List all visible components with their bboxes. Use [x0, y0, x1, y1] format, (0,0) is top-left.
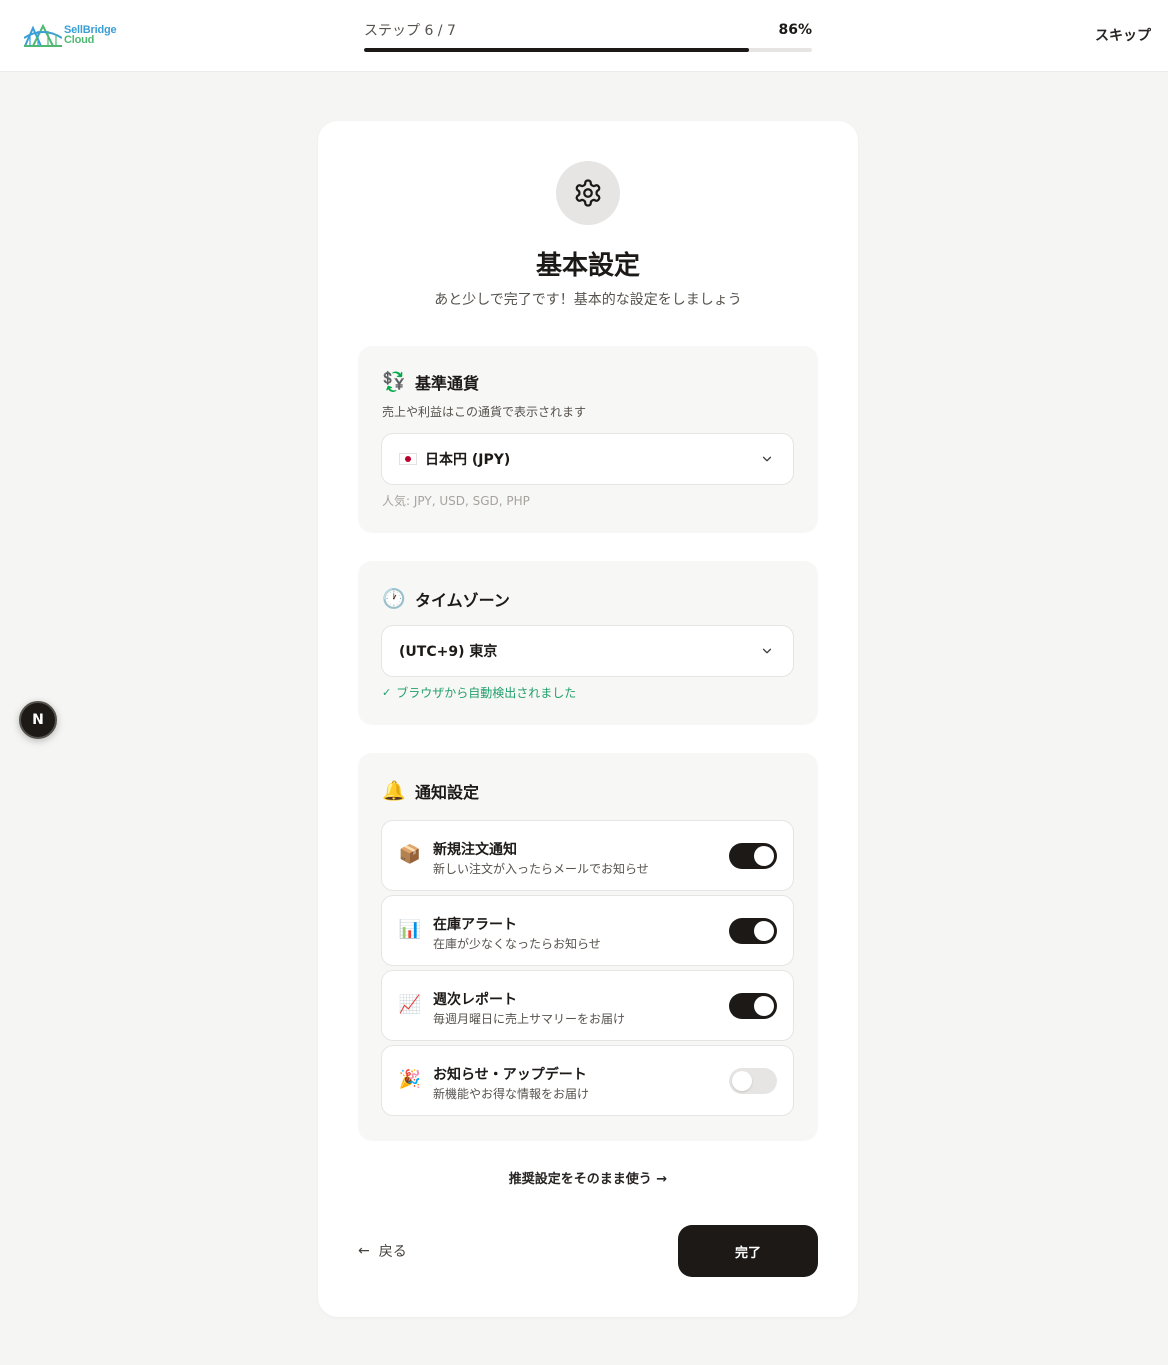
- next-dev-badge[interactable]: N: [19, 701, 57, 739]
- notification-section: 🔔 通知設定 📦 新規注文通知 新しい注文が入ったらメールでお知らせ 📊 在庫ア…: [358, 753, 818, 1141]
- page-title: 基本設定: [535, 251, 640, 281]
- skip-button[interactable]: スキップ: [1095, 25, 1151, 45]
- bell-icon: 🔔: [382, 780, 406, 802]
- notification-item-title: 在庫アラート: [433, 917, 517, 933]
- currency-description: 売上や利益はこの通貨で表示されます: [382, 405, 587, 419]
- timezone-select[interactable]: (UTC+9) 東京: [381, 625, 794, 677]
- trend-chart-icon: 📈: [398, 994, 422, 1015]
- timezone-autodetect-hint: ✓ ブラウザから自動検出されました: [382, 684, 576, 701]
- notification-item-title: 新規注文通知: [433, 842, 517, 858]
- top-bar: SellBridge Cloud ステップ 6 / 7 86% スキップ: [0, 0, 1168, 72]
- notification-item-description: 毎週月曜日に売上サマリーをお届け: [433, 1012, 626, 1026]
- timezone-section: 🕐 タイムゾーン (UTC+9) 東京 ✓ ブラウザから自動検出されました: [358, 561, 818, 725]
- use-recommended-link[interactable]: 推奨設定をそのまま使う →: [318, 1168, 858, 1187]
- currency-popular-hint: 人気: JPY, USD, SGD, PHP: [382, 494, 530, 508]
- back-label: 戻る: [378, 1244, 407, 1260]
- back-button[interactable]: ← 戻る: [358, 1241, 407, 1261]
- notification-item-stock-alert: 📊 在庫アラート 在庫が少なくなったらお知らせ: [381, 895, 794, 966]
- notification-header: 🔔 通知設定: [382, 779, 479, 803]
- notification-item-description: 新しい注文が入ったらメールでお知らせ: [433, 862, 649, 876]
- page-subtitle: あと少しで完了です！基本的な設定をしましょう: [434, 292, 742, 308]
- notification-item-new-order: 📦 新規注文通知 新しい注文が入ったらメールでお知らせ: [381, 820, 794, 891]
- toggle-knob: [732, 1071, 752, 1091]
- timezone-header: 🕐 タイムゾーン: [382, 587, 510, 611]
- finish-button[interactable]: 完了: [678, 1225, 818, 1277]
- app-logo[interactable]: SellBridge Cloud: [24, 22, 117, 48]
- currency-exchange-icon: 💱: [382, 371, 406, 393]
- toggle-knob: [754, 921, 774, 941]
- chevron-down-icon: [762, 648, 772, 654]
- settings-card: 基本設定 あと少しで完了です！基本的な設定をしましょう 💱 基準通貨 売上や利益…: [318, 121, 858, 1317]
- logo-wordmark: SellBridge Cloud: [64, 25, 117, 46]
- step-progress: ステップ 6 / 7 86%: [364, 20, 812, 52]
- currency-section: 💱 基準通貨 売上や利益はこの通貨で表示されます 日本円 (JPY) 人気: J…: [358, 346, 818, 533]
- notification-item-description: 在庫が少なくなったらお知らせ: [433, 937, 601, 951]
- notification-item-updates: 🎉 お知らせ・アップデート 新機能やお得な情報をお届け: [381, 1045, 794, 1116]
- progress-track: [364, 48, 812, 52]
- currency-select[interactable]: 日本円 (JPY): [381, 433, 794, 485]
- logo-line-2: Cloud: [64, 34, 95, 46]
- currency-header: 💱 基準通貨: [382, 370, 479, 394]
- package-icon: 📦: [398, 844, 422, 865]
- bar-chart-icon: 📊: [398, 919, 422, 940]
- japan-flag-icon: [399, 453, 417, 465]
- check-icon: ✓: [382, 686, 392, 699]
- gear-icon: [556, 161, 620, 225]
- notification-item-weekly-report: 📈 週次レポート 毎週月曜日に売上サマリーをお届け: [381, 970, 794, 1041]
- toggle-knob: [754, 996, 774, 1016]
- step-label: ステップ 6 / 7: [364, 23, 456, 39]
- toggle-knob: [754, 846, 774, 866]
- progress-fill: [364, 48, 750, 52]
- notification-item-title: 週次レポート: [433, 992, 517, 1008]
- progress-percent: 86%: [778, 22, 812, 38]
- timezone-title: タイムゾーン: [415, 591, 510, 610]
- party-popper-icon: 🎉: [398, 1069, 422, 1090]
- notification-item-description: 新機能やお得な情報をお届け: [433, 1087, 590, 1101]
- timezone-hint-text: ブラウザから自動検出されました: [396, 686, 577, 700]
- timezone-selected-value: (UTC+9) 東京: [399, 644, 498, 660]
- updates-toggle[interactable]: [729, 1068, 777, 1094]
- currency-title: 基準通貨: [415, 374, 480, 393]
- clock-icon: 🕐: [382, 588, 406, 610]
- stock-alert-toggle[interactable]: [729, 918, 777, 944]
- notification-title: 通知設定: [415, 783, 480, 802]
- notification-item-title: お知らせ・アップデート: [433, 1067, 587, 1083]
- chevron-down-icon: [762, 456, 772, 462]
- arrow-left-icon: ←: [358, 1243, 370, 1259]
- currency-selected-value: 日本円 (JPY): [425, 452, 511, 468]
- bridge-logo-icon: [24, 23, 62, 47]
- new-order-toggle[interactable]: [729, 843, 777, 869]
- weekly-report-toggle[interactable]: [729, 993, 777, 1019]
